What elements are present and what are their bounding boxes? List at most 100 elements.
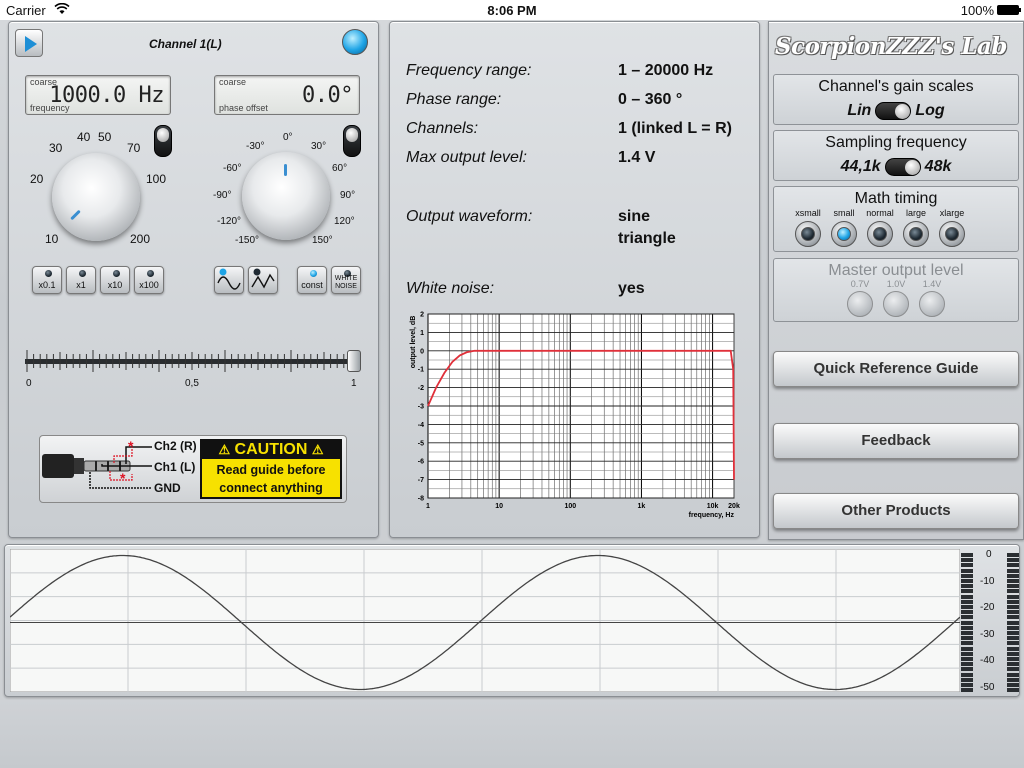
vu-segment xyxy=(961,558,973,563)
info-label: Max output level: xyxy=(406,149,527,166)
vu-segment xyxy=(1007,584,1019,589)
info-value: 0 – 360 ° xyxy=(618,91,683,108)
caution-heading: ⚠ CAUTION ⚠ xyxy=(202,441,340,459)
sine-wave-button[interactable] xyxy=(214,266,244,294)
vu-segment xyxy=(961,605,973,609)
timing-option-label: normal xyxy=(866,208,894,218)
master-1.0V-button[interactable] xyxy=(883,291,909,317)
quick-reference-button[interactable]: Quick Reference Guide xyxy=(773,351,1019,387)
vu-segment xyxy=(961,672,973,677)
gain-scale-card: Channel's gain scales Lin Log xyxy=(773,74,1019,125)
status-time: 8:06 PM xyxy=(487,3,537,18)
timing-xlarge-button[interactable] xyxy=(939,221,965,247)
battery-percent: 100% xyxy=(960,3,994,18)
vu-segment xyxy=(1007,662,1019,667)
multiplier-x0.1-button[interactable]: x0.1 xyxy=(32,266,62,294)
triangle-wave-button[interactable] xyxy=(248,266,278,294)
slider-mid-label: 0,5 xyxy=(185,378,199,389)
freq-tick: 70 xyxy=(127,141,141,155)
phase-tick: -150° xyxy=(235,235,260,246)
multiplier-label: x10 xyxy=(107,280,123,290)
timing-xsmall-button[interactable] xyxy=(795,221,821,247)
gain-log-label: Log xyxy=(915,102,945,119)
master-1.4V-button[interactable] xyxy=(919,291,945,317)
slider-min-label: 0 xyxy=(26,378,32,389)
gnd-label: GND xyxy=(154,481,181,495)
settings-column: ScorpionZZZ's Lab Channel's gain scales … xyxy=(768,21,1024,540)
timing-large-button[interactable] xyxy=(903,221,929,247)
vu-segment xyxy=(961,563,973,568)
multiplier-x10-button[interactable]: x10 xyxy=(100,266,130,294)
phase-knob[interactable] xyxy=(242,152,330,240)
phase-tick: 30° xyxy=(311,141,327,152)
y-tick-label: -1 xyxy=(418,367,424,374)
multiplier-x1-button[interactable]: x1 xyxy=(66,266,96,294)
x-axis-label: frequency, Hz xyxy=(689,512,735,519)
caution-box: ⚠ CAUTION ⚠ Read guide before connect an… xyxy=(200,439,342,499)
info-value: 1.4 V xyxy=(618,149,656,166)
phase-label: phase offset xyxy=(219,103,268,113)
slider-max-label: 1 xyxy=(351,378,357,389)
white-noise-label: WHITE NOISE xyxy=(334,275,358,290)
multiplier-label: x100 xyxy=(139,280,159,290)
freq-coarse-toggle[interactable] xyxy=(154,125,172,157)
sine-wave-icon xyxy=(217,268,241,290)
vu-segment xyxy=(961,579,973,583)
sampling-card: Sampling frequency 44,1k 48k xyxy=(773,130,1019,181)
vu-segment xyxy=(1007,636,1019,641)
slider-scale xyxy=(25,350,361,372)
footer-area xyxy=(0,700,1024,768)
master-0.7V-button[interactable] xyxy=(847,291,873,317)
timing-small-button[interactable] xyxy=(831,221,857,247)
y-tick-label: -7 xyxy=(418,477,424,484)
vu-segment xyxy=(961,599,973,604)
svg-text:*: * xyxy=(128,438,134,454)
vu-segment xyxy=(1007,672,1019,677)
channel-power-button[interactable] xyxy=(342,29,368,55)
vu-segment xyxy=(1007,579,1019,583)
timing-option-label: xlarge xyxy=(939,208,965,218)
frequency-knob[interactable] xyxy=(52,153,140,241)
timing-option-label: large xyxy=(905,208,926,218)
info-label: Channels: xyxy=(406,120,479,137)
freq-value: 1000.0 Hz xyxy=(49,83,164,108)
play-button[interactable] xyxy=(15,29,43,57)
multiplier-x100-button[interactable]: x100 xyxy=(134,266,164,294)
master-output-card: Master output level 0.7V 1.0V 1.4V xyxy=(773,258,1019,322)
play-icon xyxy=(25,36,37,52)
vu-segment xyxy=(961,625,973,630)
vu-segment xyxy=(1007,677,1019,682)
feedback-button[interactable]: Feedback xyxy=(773,423,1019,459)
const-button[interactable]: const xyxy=(297,266,327,294)
vu-segment xyxy=(1007,651,1019,656)
level-slider[interactable] xyxy=(25,342,365,382)
info-label: Phase range: xyxy=(406,91,502,108)
info-panel: Frequency range: 1 – 20000 Hz Phase rang… xyxy=(389,21,760,538)
y-tick-label: -5 xyxy=(418,440,424,447)
phase-tick: -90° xyxy=(213,190,232,201)
triangle-wave-icon xyxy=(251,268,275,289)
multiplier-label: x0.1 xyxy=(38,280,56,290)
gain-scale-switch[interactable] xyxy=(875,102,912,120)
vu-segment xyxy=(961,657,973,661)
freq-tick: 50 xyxy=(98,130,112,144)
timing-option-label: small xyxy=(833,208,855,218)
gain-lin-label: Lin xyxy=(847,102,872,119)
other-products-button[interactable]: Other Products xyxy=(773,493,1019,529)
vu-segment xyxy=(961,688,973,693)
slider-handle[interactable] xyxy=(347,350,361,372)
phase-display[interactable]: coarse phase offset 0.0° xyxy=(214,75,360,115)
vu-segment xyxy=(1007,683,1019,687)
vu-segment xyxy=(961,573,973,578)
vu-segment xyxy=(961,594,973,599)
phase-coarse-toggle[interactable] xyxy=(343,125,361,157)
sampling-switch[interactable] xyxy=(884,158,921,176)
freq-tick: 100 xyxy=(146,172,167,186)
y-tick-label: -2 xyxy=(418,385,424,392)
white-noise-button[interactable]: WHITE NOISE xyxy=(331,266,361,294)
timing-normal-button[interactable] xyxy=(867,221,893,247)
vu-segment xyxy=(1007,568,1019,573)
phase-coarse-label: coarse xyxy=(219,77,247,87)
status-bar: Carrier 8:06 PM 100% xyxy=(0,0,1024,20)
frequency-display[interactable]: coarse frequency 1000.0 Hz xyxy=(25,75,171,115)
